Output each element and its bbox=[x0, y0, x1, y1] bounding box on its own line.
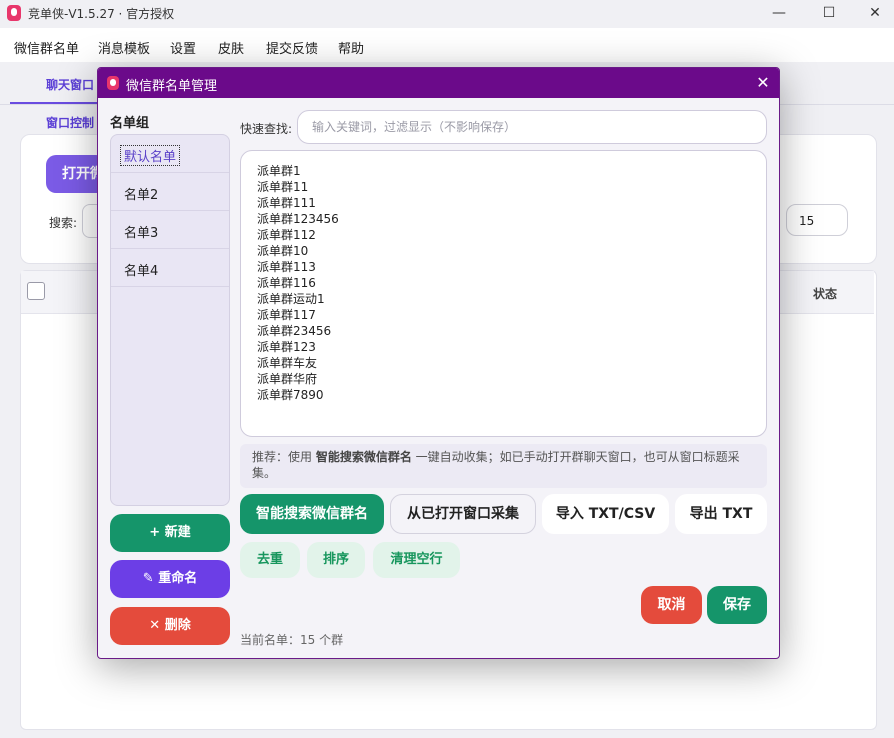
select-all-checkbox[interactable] bbox=[27, 282, 45, 300]
dedupe-button[interactable]: 去重 bbox=[240, 542, 300, 578]
current-count-label: 当前名单：15 个群 bbox=[240, 633, 344, 647]
hint-text: 推荐：使用 智能搜索微信群名 一键自动收集；如已手动打开群聊天窗口，也可从窗口标… bbox=[240, 444, 767, 488]
group-item-label: 名单2 bbox=[124, 188, 159, 203]
group-name-line: 派单群10 bbox=[257, 244, 309, 258]
hint-bold: 智能搜索微信群名 bbox=[315, 450, 412, 464]
count-input[interactable]: 15 bbox=[786, 204, 848, 236]
app-logo-icon bbox=[107, 76, 119, 90]
dialog-title: 微信群名单管理 bbox=[126, 79, 218, 94]
group-item-label: 默认名单 bbox=[119, 145, 181, 166]
group-item-4[interactable]: 名单4 bbox=[111, 249, 229, 287]
subtab-window-control[interactable]: 窗口控制 bbox=[46, 114, 94, 131]
tab-chat-window[interactable]: 聊天窗口 bbox=[10, 62, 100, 104]
tab-label: 聊天窗口 bbox=[46, 78, 95, 92]
menu-wechat-groups[interactable]: 微信群名单 bbox=[14, 38, 79, 57]
menu-settings[interactable]: 设置 bbox=[170, 38, 196, 57]
group-name-line: 派单群123456 bbox=[257, 212, 339, 226]
group-name-line: 派单群116 bbox=[257, 276, 316, 290]
app-titlebar: 竞单侠-V1.5.27 · 官方授权 — ☐ ✕ bbox=[0, 0, 894, 26]
group-name-line: 派单群华府 bbox=[257, 372, 318, 386]
group-name-line: 派单群117 bbox=[257, 308, 316, 322]
cancel-button[interactable]: 取消 bbox=[641, 586, 702, 624]
close-window-button[interactable]: ✕ bbox=[852, 2, 894, 24]
menu-skin[interactable]: 皮肤 bbox=[218, 38, 244, 57]
group-name-line: 派单群1 bbox=[257, 164, 301, 178]
group-name-line: 派单群123 bbox=[257, 340, 316, 354]
group-item-3[interactable]: 名单3 bbox=[111, 211, 229, 249]
group-name-line: 派单群111 bbox=[257, 196, 316, 210]
hint-prefix: 推荐：使用 bbox=[252, 450, 316, 464]
group-list-label: 名单组 bbox=[110, 116, 150, 131]
group-name-line: 派单群113 bbox=[257, 260, 316, 274]
group-list: 默认名单 名单2 名单3 名单4 bbox=[110, 134, 230, 506]
menu-help[interactable]: 帮助 bbox=[338, 38, 364, 57]
export-button[interactable]: 导出 TXT bbox=[675, 494, 767, 534]
app-title: 竞单侠-V1.5.27 · 官方授权 bbox=[28, 7, 175, 21]
import-button[interactable]: 导入 TXT/CSV bbox=[542, 494, 669, 534]
save-button[interactable]: 保存 bbox=[707, 586, 767, 624]
rename-group-button[interactable]: ✎ 重命名 bbox=[110, 560, 230, 598]
delete-group-button[interactable]: ✕ 删除 bbox=[110, 607, 230, 645]
group-item-default[interactable]: 默认名单 bbox=[111, 135, 229, 173]
collect-open-windows-button[interactable]: 从已打开窗口采集 bbox=[390, 494, 536, 534]
quick-find-label: 快速查找: bbox=[240, 122, 293, 136]
group-name-line: 派单群运动1 bbox=[257, 292, 325, 306]
group-name-line: 派单群23456 bbox=[257, 324, 332, 338]
group-name-line: 派单群7890 bbox=[257, 388, 324, 402]
sort-button[interactable]: 排序 bbox=[307, 542, 365, 578]
group-item-2[interactable]: 名单2 bbox=[111, 173, 229, 211]
group-name-line: 派单群112 bbox=[257, 228, 316, 242]
minimize-button[interactable]: — bbox=[756, 2, 802, 24]
group-name-line: 派单群11 bbox=[257, 180, 309, 194]
menu-message-templates[interactable]: 消息模板 bbox=[98, 38, 150, 57]
dialog-close-icon[interactable]: ✕ bbox=[752, 72, 774, 94]
group-names-textarea[interactable]: 派单群1 派单群11 派单群111 派单群123456 派单群112 派单群10 派单群11… bbox=[240, 150, 767, 437]
group-item-label: 名单3 bbox=[124, 226, 159, 241]
smart-search-button[interactable]: 智能搜索微信群名 bbox=[240, 494, 384, 534]
app-logo-icon bbox=[7, 5, 21, 21]
menu-bar: 微信群名单 消息模板 设置 皮肤 提交反馈 帮助 bbox=[0, 28, 894, 62]
quick-find-input[interactable] bbox=[297, 110, 767, 144]
new-group-button[interactable]: + 新建 bbox=[110, 514, 230, 552]
group-name-line: 派单群车友 bbox=[257, 356, 318, 370]
search-label: 搜索: bbox=[49, 216, 78, 230]
group-item-label: 名单4 bbox=[124, 264, 159, 279]
menu-feedback[interactable]: 提交反馈 bbox=[266, 38, 318, 57]
clean-empty-lines-button[interactable]: 清理空行 bbox=[373, 542, 460, 578]
status-column-header: 状态 bbox=[813, 287, 838, 301]
dialog-titlebar: 微信群名单管理 ✕ bbox=[98, 68, 779, 98]
maximize-button[interactable]: ☐ bbox=[806, 2, 852, 24]
group-list-dialog: 微信群名单管理 ✕ 名单组 默认名单 名单2 名单3 名单4 + 新建 ✎ 重命… bbox=[97, 67, 780, 659]
